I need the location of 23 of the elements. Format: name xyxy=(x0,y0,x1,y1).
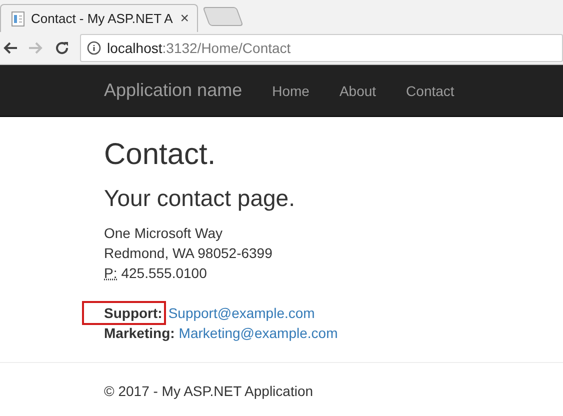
nav-link[interactable]: About xyxy=(324,82,392,98)
email-link[interactable]: Marketing@example.com xyxy=(178,323,338,343)
back-icon[interactable] xyxy=(2,40,18,56)
address-line: Redmond, WA 98052-6399 xyxy=(104,244,274,263)
tab-title: Contact - My ASP.NET A xyxy=(31,11,174,26)
info-icon xyxy=(87,41,101,55)
brand-link[interactable]: Application name xyxy=(104,80,242,101)
address-line: One Microsoft Way xyxy=(104,224,224,243)
contact-label: Marketing: xyxy=(104,324,175,343)
highlighted-label: Support: xyxy=(84,303,164,323)
email-link[interactable]: Support@example.com xyxy=(168,303,315,323)
page-icon xyxy=(11,10,25,26)
close-icon[interactable]: × xyxy=(180,10,189,27)
browser-tab[interactable]: Contact - My ASP.NET A × xyxy=(0,4,198,32)
footer-text: © 2017 - My ASP.NET Application xyxy=(104,383,314,399)
nav-link[interactable]: Home xyxy=(257,82,324,98)
page-subtitle: Your contact page. xyxy=(104,184,296,213)
page-title: Contact. xyxy=(104,137,217,173)
url-text: localhost:3132/Home/Contact xyxy=(107,40,291,56)
address-bar[interactable]: localhost:3132/Home/Contact xyxy=(80,34,563,62)
reload-icon[interactable] xyxy=(54,40,70,56)
phone-line: P: 425.555.0100 xyxy=(104,264,208,283)
nav-link[interactable]: Contact xyxy=(391,82,470,98)
